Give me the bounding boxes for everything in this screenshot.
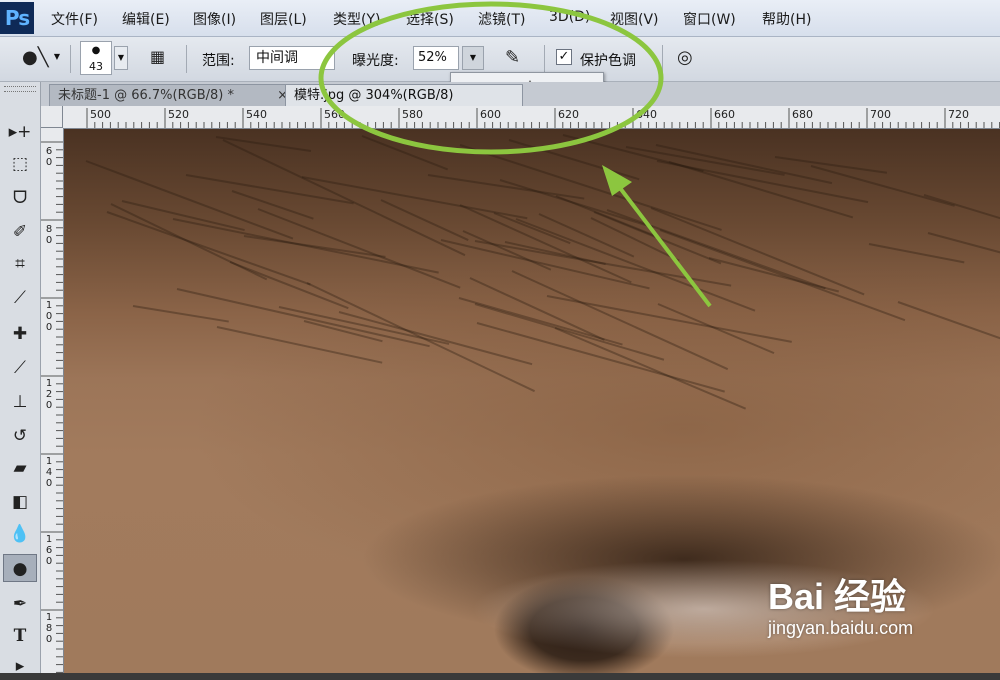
hair-strand [361, 134, 448, 170]
ruler-label: 580 [402, 108, 423, 121]
path-select-tool-icon[interactable]: ▸ [3, 652, 37, 680]
ruler-label: 1 6 0 [45, 534, 53, 567]
stamp-tool-icon[interactable]: ⊥ [3, 388, 37, 416]
ruler-label: 640 [636, 108, 657, 121]
marquee-tool-icon[interactable]: ⬚ [3, 150, 37, 178]
brush-tip-icon: ● [91, 45, 101, 56]
menu-filter[interactable]: 滤镜(T) [478, 9, 525, 29]
ruler-label: 500 [90, 108, 111, 121]
hair-strand [217, 326, 383, 364]
eraser-tool-icon[interactable]: ▰ [3, 454, 37, 482]
menu-image[interactable]: 图像(I) [193, 9, 236, 29]
healing-tool-icon[interactable]: ✚ [3, 320, 37, 348]
tab-untitled[interactable]: 未标题-1 @ 66.7%(RGB/8) * × [49, 84, 297, 107]
menu-select[interactable]: 选择(S) [406, 9, 454, 29]
exposure-label: 曝光度: [352, 53, 399, 69]
document-canvas[interactable]: Bai 经验 jingyan.baidu.com [64, 129, 1000, 673]
move-tool-icon[interactable]: ▸+ [3, 118, 37, 146]
crop-tool-icon[interactable]: ⌗ [3, 250, 37, 278]
tab-label: 未标题-1 @ 66.7%(RGB/8) * [58, 88, 234, 103]
ruler-label: 1 4 0 [45, 456, 53, 489]
ruler-label: 1 0 0 [45, 300, 53, 333]
menu-help[interactable]: 帮助(H) [762, 9, 811, 29]
divider [544, 45, 545, 73]
quick-select-tool-icon[interactable]: ✐ [3, 218, 37, 246]
airbrush-icon[interactable]: ✎ [505, 47, 520, 68]
brush-preset-picker[interactable]: ● 43 [80, 41, 112, 75]
brush-panel-icon[interactable]: ▦ [150, 47, 165, 66]
ruler-label: 520 [168, 108, 189, 121]
ruler-ticks [86, 108, 1000, 128]
hair-strand [927, 231, 1000, 257]
watermark-brand: Bai 经验 [768, 576, 907, 617]
pen-tool-icon[interactable]: ✒ [3, 590, 37, 618]
menu-edit[interactable]: 编辑(E) [122, 9, 170, 29]
exposure-input[interactable]: 52% [413, 46, 459, 70]
brush-size-value: 43 [89, 60, 103, 73]
hair-strand [474, 239, 731, 287]
ruler-label: 1 2 0 [45, 378, 53, 411]
tab-model-jpg[interactable]: 模特.jpg @ 304%(RGB/8) [285, 84, 523, 107]
menu-bar: Ps 文件(F) 编辑(E) 图像(I) 图层(L) 类型(Y) 选择(S) 滤… [0, 0, 1000, 37]
tab-label: 模特.jpg @ 304%(RGB/8) [294, 88, 454, 103]
chevron-down-icon[interactable]: ▼ [50, 46, 64, 70]
range-label: 范围: [202, 53, 235, 69]
history-brush-tool-icon[interactable]: ↺ [3, 422, 37, 450]
protect-tones-label: 保护色调 [580, 53, 636, 69]
ruler-label: 660 [714, 108, 735, 121]
hair-strand [897, 301, 1000, 380]
ruler-label: 680 [792, 108, 813, 121]
ruler-label: 620 [558, 108, 579, 121]
watermark-url: jingyan.baidu.com [768, 618, 914, 638]
hair-strand [554, 327, 746, 410]
ruler-label: 600 [480, 108, 501, 121]
menu-view[interactable]: 视图(V) [610, 9, 659, 29]
ruler-label: 540 [246, 108, 267, 121]
dodge-tool-preset-icon[interactable]: ●╲ [22, 47, 49, 68]
menu-window[interactable]: 窗口(W) [683, 9, 736, 29]
divider [662, 45, 663, 73]
toolbox: ▸+ ⬚ ᗜ ✐ ⌗ ⟋ ✚ ⟋ ⊥ ↺ ▰ ◧ 💧 ● ✒ T ▸ [0, 82, 41, 676]
ruler-label: 700 [870, 108, 891, 121]
hair-strand [243, 234, 386, 258]
ruler-label: 560 [324, 108, 345, 121]
divider [70, 45, 71, 73]
type-tool-icon[interactable]: T [3, 622, 37, 650]
brush-dropdown-button[interactable]: ▼ [114, 46, 128, 70]
protect-tones-checkbox[interactable]: ✓ [556, 49, 572, 65]
photoshop-logo: Ps [0, 2, 34, 34]
exposure-slider-button[interactable]: ▼ [462, 46, 484, 70]
eyedropper-tool-icon[interactable]: ⟋ [3, 284, 37, 312]
document-tab-bar: 未标题-1 @ 66.7%(RGB/8) * × 模特.jpg @ 304%(R… [41, 82, 1000, 107]
dodge-burn-tool-icon[interactable]: ● [3, 554, 37, 582]
menu-3d[interactable]: 3D(D) [549, 9, 590, 25]
hair-strand [306, 282, 536, 393]
menu-file[interactable]: 文件(F) [51, 9, 98, 29]
gradient-tool-icon[interactable]: ◧ [3, 488, 37, 516]
ruler-label: 8 0 [45, 224, 53, 246]
ruler-label: 6 0 [45, 146, 53, 168]
hair-strand [229, 260, 348, 309]
hair-strand [508, 139, 640, 181]
divider [186, 45, 187, 73]
vertical-ruler[interactable]: 6 0 8 0 1 0 0 1 2 0 1 4 0 1 6 0 1 8 0 [41, 128, 64, 673]
range-select[interactable]: 中间调 [249, 46, 335, 70]
blur-tool-icon[interactable]: 💧 [3, 520, 37, 548]
menu-layer[interactable]: 图层(L) [260, 9, 307, 29]
toolbox-grip[interactable] [4, 86, 36, 92]
hair-strand [133, 305, 229, 323]
hair-strand [868, 242, 965, 264]
ruler-origin[interactable] [41, 106, 63, 128]
menu-type[interactable]: 类型(Y) [333, 9, 380, 29]
pressure-size-icon[interactable]: ◎ [677, 47, 693, 68]
ruler-label: 1 8 0 [45, 612, 53, 645]
brush-tool-icon[interactable]: ⟋ [3, 354, 37, 382]
lasso-tool-icon[interactable]: ᗜ [3, 184, 37, 212]
ruler-label: 720 [948, 108, 969, 121]
hair-strand [121, 200, 245, 232]
horizontal-ruler[interactable]: 500 520 540 560 580 600 620 640 660 680 … [63, 106, 1000, 129]
